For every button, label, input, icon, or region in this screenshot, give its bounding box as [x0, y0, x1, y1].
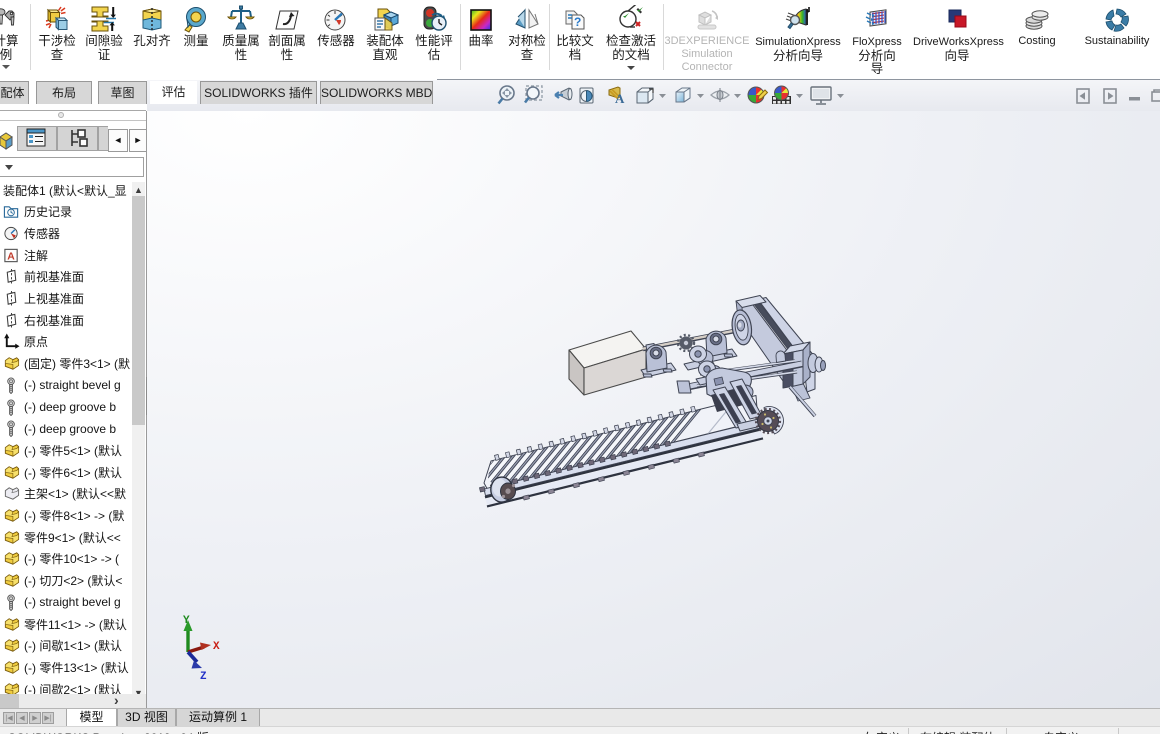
svg-text:?: ?	[574, 15, 581, 29]
svg-text:Y: Y	[183, 615, 190, 627]
svg-text:X: X	[213, 641, 220, 653]
svg-text:Z: Z	[200, 671, 207, 683]
svg-text:A: A	[615, 91, 625, 106]
